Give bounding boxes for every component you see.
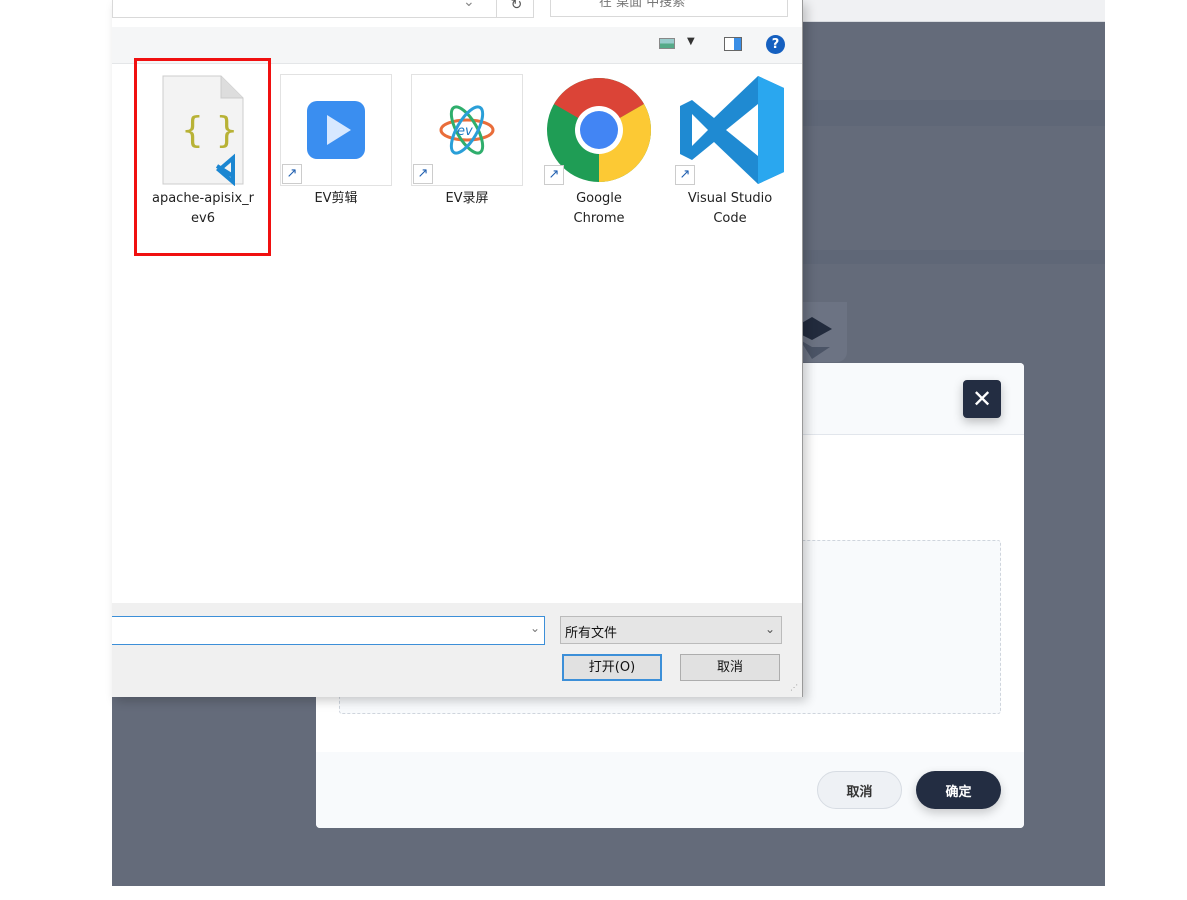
shortcut-arrow-icon: ↗ — [282, 164, 302, 184]
svg-text:ev: ev — [457, 124, 473, 139]
file-open-dialog: ⌄ ↻ 在 桌面 中搜索 ▼ ? { } apache-apisix_r ev6… — [112, 0, 803, 697]
file-item-ev-editor[interactable]: ↗ EV剪辑 — [279, 74, 393, 209]
view-mode-icon[interactable] — [659, 38, 675, 49]
shortcut-arrow-icon: ↗ — [675, 165, 695, 185]
file-name: Google Chrome — [573, 191, 625, 226]
address-bar[interactable]: ⌄ ↻ — [112, 0, 534, 18]
app-logo-icon — [800, 302, 847, 362]
file-name: EV剪辑 — [314, 191, 358, 206]
vscode-icon: ↗ — [674, 74, 786, 186]
file-item-google-chrome[interactable]: ↗ Google Chrome — [542, 74, 656, 229]
chrome-icon: ↗ — [543, 74, 655, 186]
cancel-button[interactable]: 取消 — [680, 654, 780, 681]
chevron-down-icon[interactable]: ⌄ — [530, 621, 540, 635]
shortcut-arrow-icon: ↗ — [413, 164, 433, 184]
chevron-down-icon: ⌄ — [764, 622, 775, 636]
resize-grip-icon[interactable]: ⋰ — [790, 683, 798, 692]
preview-pane-icon[interactable] — [724, 37, 742, 51]
shortcut-arrow-icon: ↗ — [544, 165, 564, 185]
chevron-down-icon[interactable]: ⌄ — [463, 0, 475, 10]
ev-editor-icon: ↗ — [280, 74, 392, 186]
file-item-apache-apisix[interactable]: { } apache-apisix_r ev6 — [146, 74, 260, 229]
open-button[interactable]: 打开(O) — [562, 654, 662, 681]
filetype-value: 所有文件 — [565, 626, 618, 641]
file-name: Visual Studio Code — [687, 191, 773, 226]
ev-recorder-icon: ev ↗ — [411, 74, 523, 186]
json-file-vscode-icon: { } — [147, 74, 259, 186]
modal-cancel-button[interactable]: 取消 — [817, 771, 902, 809]
filetype-select[interactable]: 所有文件 ⌄ — [560, 616, 782, 644]
dialog-bottom-panel: ⌄ 所有文件 ⌄ 打开(O) 取消 ⋰ — [112, 603, 802, 697]
app-header — [800, 0, 1105, 22]
file-name: EV录屏 — [445, 191, 489, 206]
svg-text:{ }: { } — [181, 110, 238, 151]
file-item-ev-recorder[interactable]: ev ↗ EV录屏 — [410, 74, 524, 209]
file-name: apache-apisix_r ev6 — [151, 191, 254, 226]
file-item-vscode[interactable]: ↗ Visual Studio Code — [673, 74, 787, 229]
filename-input[interactable] — [112, 616, 545, 645]
help-icon[interactable]: ? — [766, 35, 785, 54]
close-icon[interactable]: ✕ — [963, 380, 1001, 418]
search-input[interactable]: 在 桌面 中搜索 — [550, 0, 788, 17]
caret-down-icon[interactable]: ▼ — [687, 36, 695, 47]
modal-confirm-button[interactable]: 确定 — [916, 771, 1001, 809]
refresh-icon[interactable]: ↻ — [496, 0, 536, 18]
